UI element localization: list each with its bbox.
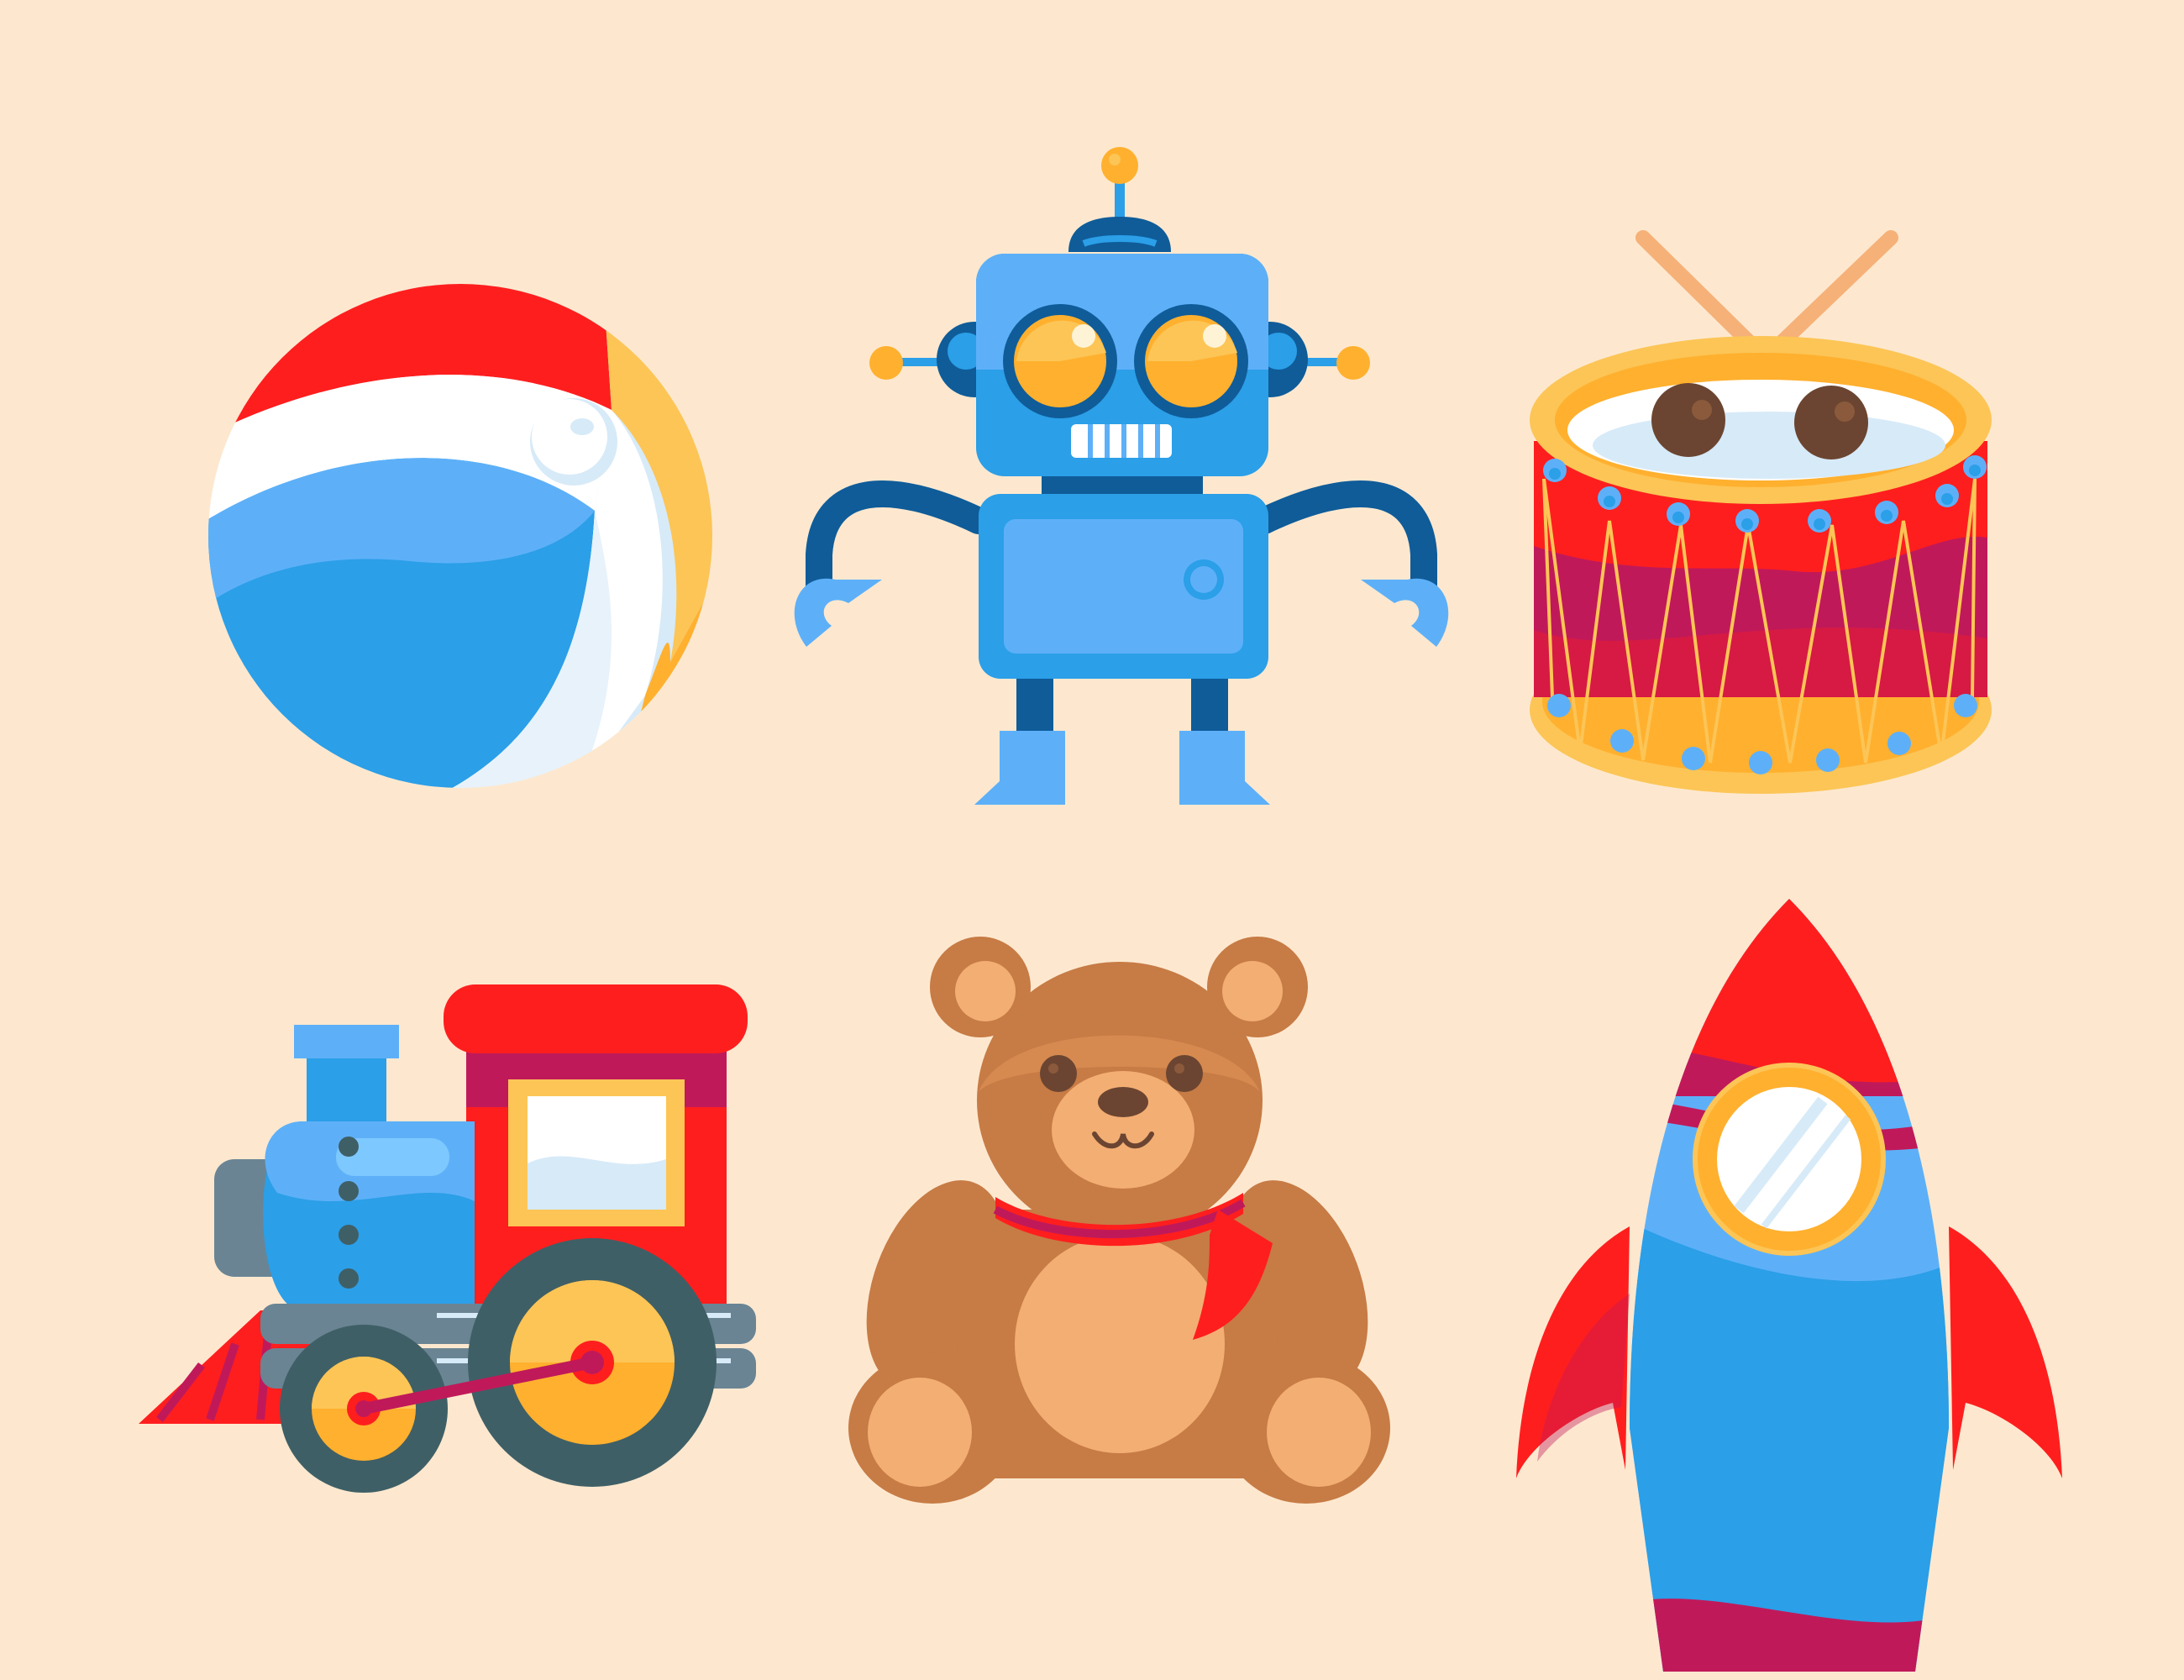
robot-icon xyxy=(794,147,1449,805)
beach-ball-icon xyxy=(208,284,712,788)
rocket-icon xyxy=(1516,899,2062,1672)
toy-train-icon xyxy=(139,984,756,1493)
toy-illustration-canvas xyxy=(0,0,2184,1680)
teddy-bear-icon xyxy=(848,937,1390,1504)
drum-icon xyxy=(1530,230,1992,794)
